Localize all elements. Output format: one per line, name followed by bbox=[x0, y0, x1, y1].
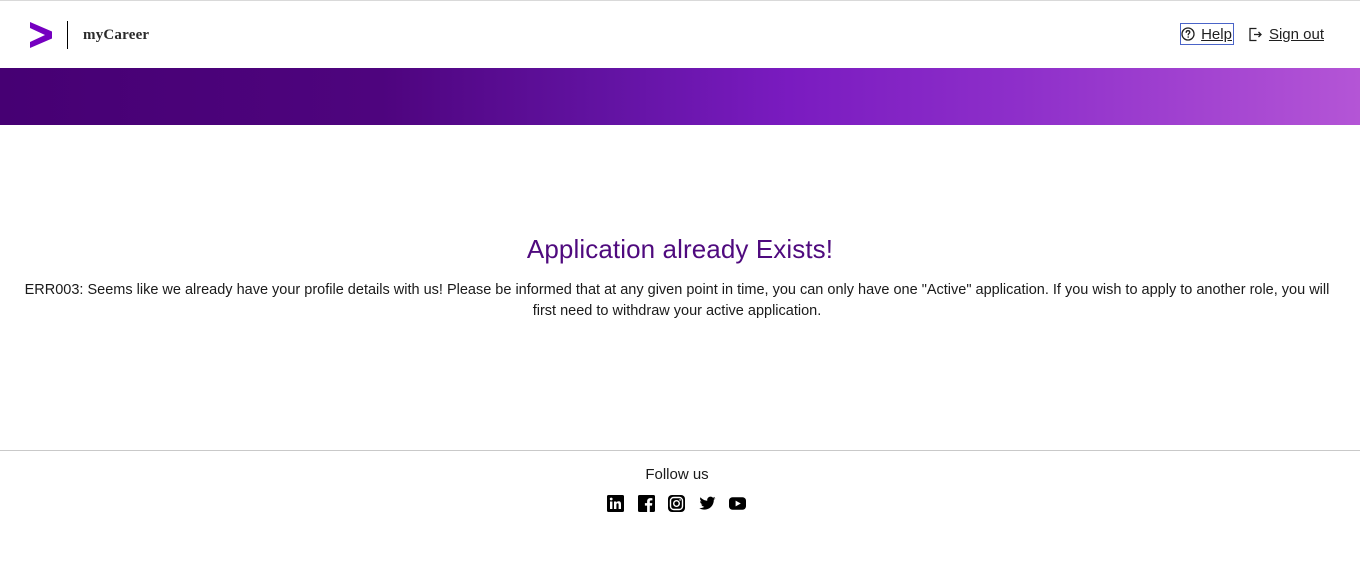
header-banner bbox=[0, 68, 1360, 125]
help-link[interactable]: Help bbox=[1180, 23, 1234, 45]
brand-name: myCareer bbox=[83, 26, 150, 43]
sign-out-label: Sign out bbox=[1268, 25, 1324, 43]
linkedin-icon[interactable] bbox=[607, 495, 624, 512]
youtube-icon[interactable] bbox=[729, 495, 746, 512]
brand[interactable]: myCareer bbox=[29, 21, 149, 49]
header-actions: Help Sign out bbox=[1180, 23, 1324, 45]
social-links bbox=[607, 495, 746, 512]
help-circle-icon bbox=[1181, 27, 1195, 41]
error-message: ERR003: Seems like we already have your … bbox=[24, 282, 1330, 319]
sign-out-link[interactable]: Sign out bbox=[1248, 26, 1324, 43]
page-footer: Follow us bbox=[0, 451, 1360, 564]
accenture-chevron-icon bbox=[30, 22, 52, 48]
page-header: myCareer Help Sign out bbox=[0, 1, 1360, 68]
twitter-icon[interactable] bbox=[698, 495, 716, 512]
instagram-icon[interactable] bbox=[668, 495, 685, 512]
brand-divider bbox=[67, 21, 68, 49]
sign-out-icon bbox=[1249, 27, 1262, 41]
page-title: Application already Exists! bbox=[526, 234, 834, 264]
facebook-icon[interactable] bbox=[637, 495, 655, 512]
help-label: Help bbox=[1201, 25, 1232, 43]
main-content: Application already Exists! ERR003: Seem… bbox=[0, 125, 1360, 450]
follow-us-label: Follow us bbox=[645, 466, 709, 483]
